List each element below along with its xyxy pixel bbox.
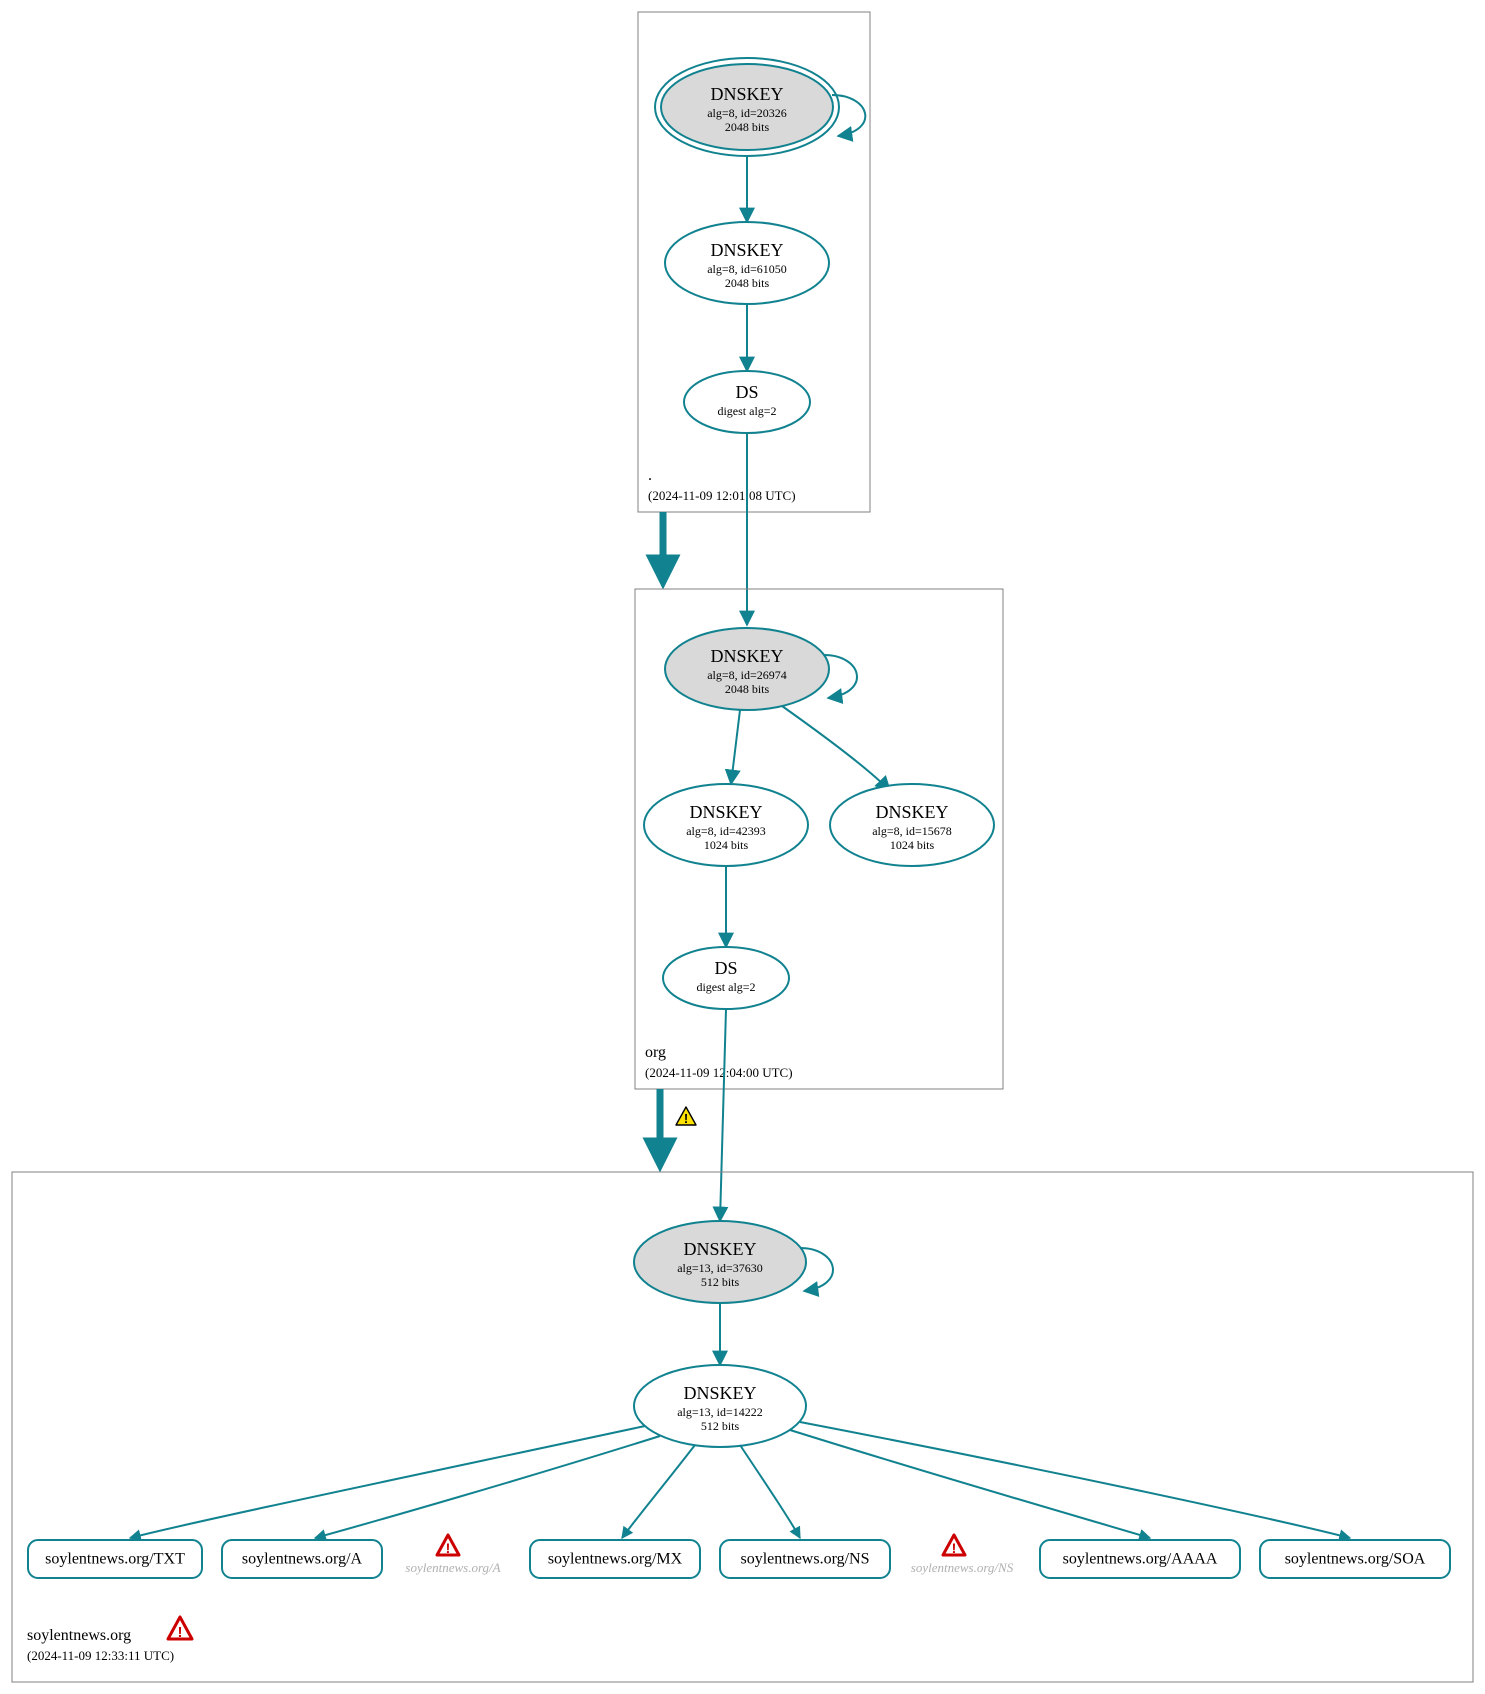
node-sub2: 2048 bits [725, 120, 770, 134]
node-sub2: 1024 bits [704, 838, 749, 852]
node-sub1: alg=8, id=15678 [872, 824, 952, 838]
node-title: DNSKEY [710, 84, 783, 104]
node-sub2: 512 bits [701, 1419, 740, 1433]
edge-rr-soa [800, 1422, 1350, 1538]
warning-icon-yellow: ! [676, 1107, 696, 1126]
zone-org-label: org [645, 1044, 666, 1061]
node-org-ds: DS digest alg=2 [663, 947, 789, 1009]
rr-a: soylentnews.org/A [222, 1540, 382, 1578]
edge-orgksk-orgzskb [782, 706, 890, 791]
rr-label: soylentnews.org/A [242, 1551, 363, 1568]
node-title: DNSKEY [683, 1383, 756, 1403]
ghost-rr-a: soylentnews.org/A [405, 1560, 500, 1575]
node-sub1: alg=8, id=61050 [707, 262, 787, 276]
rr-mx: soylentnews.org/MX [530, 1540, 700, 1578]
node-title: DNSKEY [683, 1239, 756, 1259]
node-title: DNSKEY [689, 802, 762, 822]
svg-text:!: ! [446, 1540, 451, 1556]
node-root-ksk: DNSKEY alg=8, id=20326 2048 bits [655, 58, 839, 156]
node-sub1: digest alg=2 [696, 980, 755, 994]
zone-root-label: . [648, 467, 652, 484]
node-sub2: 2048 bits [725, 276, 770, 290]
svg-text:!: ! [178, 1624, 183, 1641]
edge-rr-a [315, 1436, 660, 1538]
rr-label: soylentnews.org/AAAA [1063, 1551, 1218, 1568]
node-org-ksk: DNSKEY alg=8, id=26974 2048 bits [665, 628, 829, 710]
node-title: DNSKEY [875, 802, 948, 822]
node-title: DS [714, 958, 737, 978]
edge-selfloop-org-ksk [824, 655, 857, 698]
rr-aaaa: soylentnews.org/AAAA [1040, 1540, 1240, 1578]
svg-text:!: ! [952, 1540, 957, 1556]
zone-root-ts: (2024-11-09 12:01:08 UTC) [648, 488, 796, 503]
edge-rr-mx [622, 1445, 695, 1538]
node-sub1: alg=8, id=26974 [707, 668, 787, 682]
edge-rr-aaaa [790, 1430, 1150, 1538]
node-title: DNSKEY [710, 646, 783, 666]
edge-orgksk-orgzska [731, 710, 740, 784]
warning-icon-red-ns: ! [943, 1535, 965, 1556]
node-org-zska: DNSKEY alg=8, id=42393 1024 bits [644, 784, 808, 866]
node-root-zsk: DNSKEY alg=8, id=61050 2048 bits [665, 222, 829, 304]
ghost-rr-ns: soylentnews.org/NS [911, 1560, 1014, 1575]
edge-rr-ns [740, 1445, 800, 1538]
rr-label: soylentnews.org/MX [548, 1551, 683, 1568]
node-title: DNSKEY [710, 240, 783, 260]
node-sub1: digest alg=2 [717, 404, 776, 418]
node-sub2: 512 bits [701, 1275, 740, 1289]
node-sub2: 2048 bits [725, 682, 770, 696]
edge-rr-txt [130, 1426, 645, 1538]
node-sub1: alg=8, id=42393 [686, 824, 766, 838]
zone-soylent-ts: (2024-11-09 12:33:11 UTC) [27, 1648, 174, 1663]
svg-text:!: ! [684, 1111, 688, 1126]
node-sub1: alg=8, id=20326 [707, 106, 787, 120]
node-soylent-zsk: DNSKEY alg=13, id=14222 512 bits [634, 1365, 806, 1447]
node-sub1: alg=13, id=37630 [677, 1261, 763, 1275]
node-title: DS [735, 382, 758, 402]
warning-icon-red-zone: ! [168, 1617, 192, 1641]
node-soylent-ksk: DNSKEY alg=13, id=37630 512 bits [634, 1221, 806, 1303]
node-sub2: 1024 bits [890, 838, 935, 852]
rr-label: soylentnews.org/NS [740, 1551, 869, 1568]
rr-ns: soylentnews.org/NS [720, 1540, 890, 1578]
zone-soylent-label: soylentnews.org [27, 1627, 131, 1644]
node-org-zskb: DNSKEY alg=8, id=15678 1024 bits [830, 784, 994, 866]
dnssec-diagram: DNSKEY alg=8, id=20326 2048 bits DNSKEY … [0, 0, 1485, 1694]
node-root-ds: DS digest alg=2 [684, 371, 810, 433]
rr-label: soylentnews.org/TXT [45, 1551, 185, 1568]
zone-org-ts: (2024-11-09 12:04:00 UTC) [645, 1065, 793, 1080]
rr-txt: soylentnews.org/TXT [28, 1540, 202, 1578]
node-sub1: alg=13, id=14222 [677, 1405, 763, 1419]
rr-label: soylentnews.org/SOA [1285, 1551, 1426, 1568]
warning-icon-red-a: ! [437, 1535, 459, 1556]
rr-soa: soylentnews.org/SOA [1260, 1540, 1450, 1578]
edge-orgds-soyksk [720, 1009, 726, 1221]
